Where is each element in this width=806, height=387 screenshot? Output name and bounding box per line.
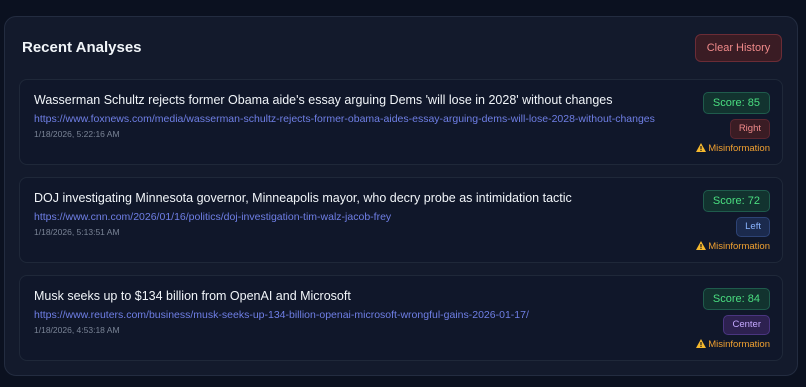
- analysis-url-link[interactable]: https://www.cnn.com/2026/01/16/politics/…: [34, 210, 686, 224]
- bias-badge: Center: [723, 315, 770, 335]
- misinformation-flag: Misinformation: [696, 241, 770, 253]
- analysis-card[interactable]: DOJ investigating Minnesota governor, Mi…: [19, 177, 783, 263]
- analysis-url-link[interactable]: https://www.foxnews.com/media/wasserman-…: [34, 112, 686, 126]
- bias-badge: Left: [736, 217, 770, 237]
- misinformation-label: Misinformation: [708, 241, 770, 252]
- analysis-timestamp: 1/18/2026, 5:13:51 AM: [34, 227, 120, 237]
- analysis-url-link[interactable]: https://www.reuters.com/business/musk-se…: [34, 308, 686, 322]
- warning-icon: [696, 339, 707, 348]
- misinformation-label: Misinformation: [708, 143, 770, 154]
- analysis-card[interactable]: Musk seeks up to $134 billion from OpenA…: [19, 275, 783, 361]
- analysis-timestamp: 1/18/2026, 5:22:16 AM: [34, 129, 120, 139]
- score-badge: Score: 85: [702, 92, 770, 114]
- panel-title: Recent Analyses: [22, 39, 142, 56]
- score-badge: Score: 84: [702, 288, 770, 310]
- analysis-timestamp: 1/18/2026, 4:53:18 AM: [34, 325, 120, 335]
- score-badge: Score: 72: [702, 190, 770, 212]
- analysis-card[interactable]: Wasserman Schultz rejects former Obama a…: [19, 79, 783, 165]
- analysis-title: Wasserman Schultz rejects former Obama a…: [34, 93, 613, 107]
- clear-history-button[interactable]: Clear History: [695, 34, 782, 62]
- recent-analyses-panel: Recent Analyses Clear History Wasserman …: [4, 16, 798, 376]
- misinformation-label: Misinformation: [708, 339, 770, 350]
- warning-icon: [696, 241, 707, 250]
- analysis-title: DOJ investigating Minnesota governor, Mi…: [34, 191, 572, 205]
- analysis-title: Musk seeks up to $134 billion from OpenA…: [34, 289, 351, 303]
- analyses-list: Wasserman Schultz rejects former Obama a…: [19, 79, 783, 373]
- bias-badge: Right: [729, 119, 770, 139]
- misinformation-flag: Misinformation: [696, 339, 770, 351]
- warning-icon: [696, 143, 707, 152]
- misinformation-flag: Misinformation: [696, 143, 770, 155]
